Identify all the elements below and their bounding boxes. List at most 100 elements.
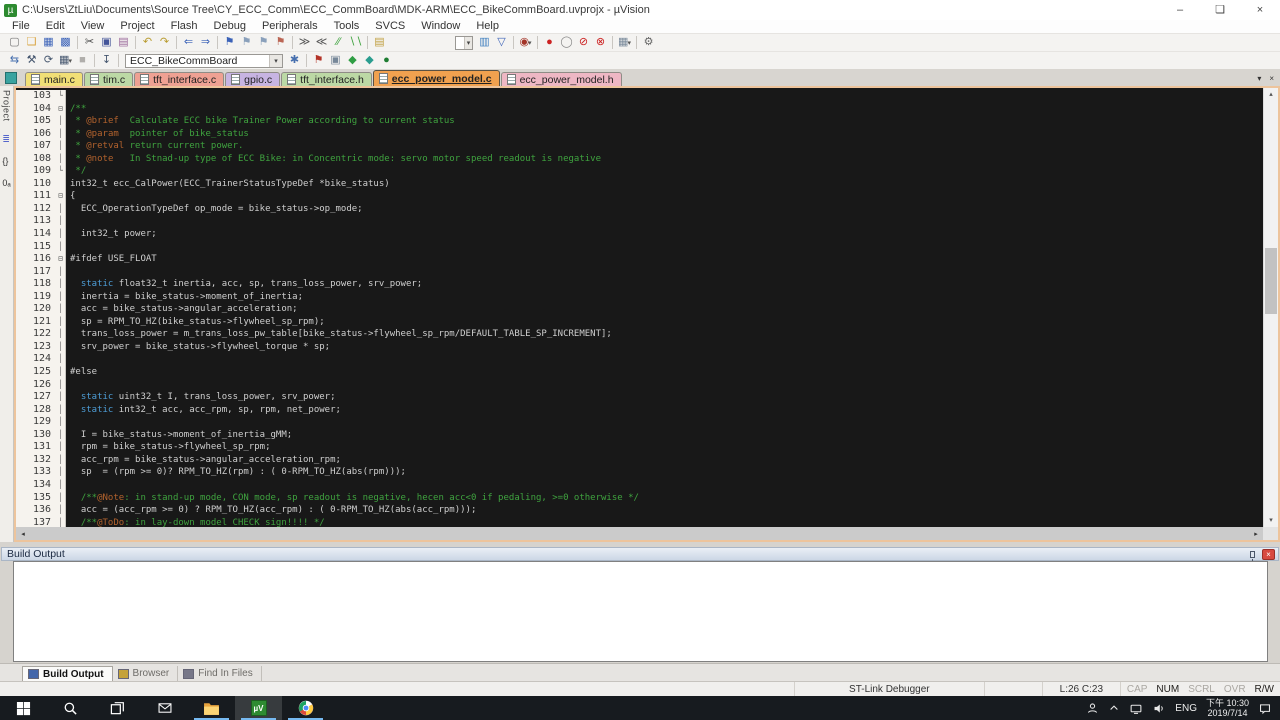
- manage-rte-icon[interactable]: ◆: [344, 53, 361, 68]
- breakpoint-disable-all-icon[interactable]: ⊘: [575, 35, 592, 50]
- vertical-scroll-thumb[interactable]: [1265, 248, 1277, 314]
- code-line[interactable]: 134 │: [16, 478, 1263, 492]
- file-explorer-icon[interactable]: [188, 696, 235, 720]
- menu-file[interactable]: File: [4, 20, 38, 33]
- code-line[interactable]: 121 │ sp = RPM_TO_HZ(bike_status->flywhee…: [16, 315, 1263, 329]
- build-output-content[interactable]: [13, 561, 1268, 662]
- code-line[interactable]: 136 │ acc = (acc_rpm >= 0) ? RPM_TO_HZ(ac…: [16, 504, 1263, 517]
- project-panel-tab[interactable]: Project: [2, 90, 12, 122]
- fold-marker[interactable]: ⊟: [56, 253, 66, 266]
- code-line[interactable]: 122 │ trans_loss_power = m_trans_loss_pw_…: [16, 328, 1263, 341]
- code-line[interactable]: 115 │: [16, 240, 1263, 254]
- code-line[interactable]: 118 │ static float32_t inertia, acc, sp, …: [16, 278, 1263, 291]
- copy-icon[interactable]: ▣: [98, 35, 115, 50]
- code-line[interactable]: 108 │ * @note In Stnad-up type of ECC Bik…: [16, 152, 1263, 166]
- tab-tft_interface.h[interactable]: tft_interface.h: [281, 72, 372, 86]
- close-button[interactable]: ×: [1240, 0, 1280, 20]
- breakpoint-kill-all-icon[interactable]: ⊗: [592, 35, 609, 50]
- build-icon[interactable]: ⚒: [23, 53, 40, 68]
- code-line[interactable]: 106 │ * @param pointer of bike_status: [16, 127, 1263, 141]
- start-button[interactable]: [0, 696, 47, 720]
- select-packs-icon[interactable]: ◆: [361, 53, 378, 68]
- tab-main.c[interactable]: main.c: [25, 72, 83, 86]
- new-file-icon[interactable]: ▢: [6, 35, 23, 50]
- code-line[interactable]: 112 │ ECC_OperationTypeDef op_mode = bike…: [16, 202, 1263, 216]
- tab-list-dropdown-icon[interactable]: ▾: [1257, 74, 1261, 83]
- action-center-icon[interactable]: [1258, 702, 1272, 715]
- breakpoint-enable-icon[interactable]: ◯: [558, 35, 575, 50]
- minimize-button[interactable]: –: [1160, 0, 1200, 20]
- paste-icon[interactable]: ▤: [115, 35, 132, 50]
- save-icon[interactable]: ▦: [40, 35, 57, 50]
- tab-tft_interface.c[interactable]: tft_interface.c: [134, 72, 225, 86]
- code-line[interactable]: 113 │: [16, 215, 1263, 229]
- uvision-taskbar-icon[interactable]: µV: [235, 696, 282, 720]
- open-folder-icon[interactable]: ❑: [23, 35, 40, 50]
- menu-flash[interactable]: Flash: [163, 20, 206, 33]
- translate-file-icon[interactable]: ⇆: [6, 53, 23, 68]
- code-line[interactable]: 127 │ static uint32_t I, trans_loss_power…: [16, 391, 1263, 404]
- scroll-left-icon[interactable]: ◂: [16, 530, 30, 538]
- scroll-up-icon[interactable]: ▴: [1264, 88, 1278, 101]
- code-line[interactable]: 107 │ * @retval return current power.: [16, 140, 1263, 153]
- functions-icon[interactable]: {}: [2, 156, 10, 166]
- build-output-close-icon[interactable]: ×: [1262, 548, 1275, 560]
- code-line[interactable]: 116 ⊟ #ifdef USE_FLOAT: [16, 253, 1263, 266]
- code-line[interactable]: 109 └ */: [16, 165, 1263, 178]
- books-icon[interactable]: ≣: [2, 134, 10, 144]
- debug-windows-dropdown-icon[interactable]: ▦▾: [616, 35, 633, 50]
- filter-icon[interactable]: ▽: [493, 35, 510, 50]
- code-line[interactable]: 114 │ int32_t power;: [16, 228, 1263, 241]
- task-view-icon[interactable]: [94, 696, 141, 720]
- code-line[interactable]: 123 │ srv_power = bike_status->flywheel_t…: [16, 340, 1263, 354]
- download-icon[interactable]: ↧: [98, 53, 115, 68]
- maximize-button[interactable]: ❏: [1200, 0, 1240, 20]
- menu-tools[interactable]: Tools: [326, 20, 368, 33]
- code-line[interactable]: 125 │ #else: [16, 366, 1263, 379]
- tab-tim.c[interactable]: tim.c: [83, 72, 134, 86]
- save-all-icon[interactable]: ▩: [57, 35, 74, 50]
- stop-build-icon[interactable]: ■: [74, 53, 91, 68]
- code-line[interactable]: 104 ⊟ /**: [16, 102, 1263, 116]
- fold-marker[interactable]: ⊟: [56, 190, 66, 203]
- search-icon[interactable]: [47, 696, 94, 720]
- code-line[interactable]: 124 │: [16, 353, 1263, 367]
- code-line[interactable]: 131 │ rpm = bike_status->flywheel_sp_rpm;: [16, 441, 1263, 454]
- breakpoint-insert-icon[interactable]: ●: [541, 35, 558, 50]
- menu-peripherals[interactable]: Peripherals: [254, 20, 326, 33]
- target-select-combo-caret-icon[interactable]: ▾: [269, 54, 282, 67]
- bookmark-next-icon[interactable]: ⚑: [255, 35, 272, 50]
- hidden-icons-chevron-icon[interactable]: [1108, 702, 1120, 714]
- bottom-tab-browser[interactable]: Browser: [113, 666, 179, 681]
- menu-window[interactable]: Window: [413, 20, 468, 33]
- tab-ecc_power_model.c[interactable]: ecc_power_model.c: [372, 70, 500, 86]
- manage-project-items-icon[interactable]: ⚑: [310, 53, 327, 68]
- comment-selection-icon[interactable]: ∕∕: [330, 35, 347, 50]
- mail-icon[interactable]: [141, 696, 188, 720]
- code-line[interactable]: 110 int32_t ecc_CalPower(ECC_TrainerStatu…: [16, 177, 1263, 191]
- menu-view[interactable]: View: [73, 20, 113, 33]
- templates-icon[interactable]: 0ₐ: [2, 178, 10, 188]
- tab-gpio.c[interactable]: gpio.c: [225, 72, 281, 86]
- quick-find-combo-caret-icon[interactable]: ▾: [464, 36, 472, 49]
- menu-help[interactable]: Help: [468, 20, 507, 33]
- target-select-combo[interactable]: ECC_BikeCommBoard ▾: [125, 53, 283, 68]
- fold-marker[interactable]: ⊟: [56, 102, 66, 116]
- language-indicator[interactable]: ENG: [1175, 703, 1197, 714]
- navigate-back-icon[interactable]: ⇐: [180, 35, 197, 50]
- bookmark-prev-icon[interactable]: ⚑: [238, 35, 255, 50]
- code-line[interactable]: 120 │ acc = bike_status->angular_accelera…: [16, 303, 1263, 316]
- network-icon[interactable]: [1129, 702, 1143, 715]
- quick-find-combo[interactable]: ▾: [455, 35, 473, 50]
- bottom-tab-build-output[interactable]: Build Output: [22, 666, 113, 681]
- redo-icon[interactable]: ↷: [156, 35, 173, 50]
- vertical-scrollbar[interactable]: ▴ ▾: [1263, 88, 1278, 527]
- menu-project[interactable]: Project: [112, 20, 162, 33]
- code-line[interactable]: 137 │ /**@ToDo: in lay-down model CHECK s…: [16, 516, 1263, 527]
- menu-svcs[interactable]: SVCS: [367, 20, 413, 33]
- code-line[interactable]: 135 │ /**@Note: in stand-up mode, CON mod…: [16, 491, 1263, 505]
- navigate-forward-icon[interactable]: ⇒: [197, 35, 214, 50]
- find-dropdown-icon[interactable]: ◉▾: [517, 35, 534, 50]
- find-in-files-icon[interactable]: ▥: [476, 35, 493, 50]
- outdent-icon[interactable]: ≪: [313, 35, 330, 50]
